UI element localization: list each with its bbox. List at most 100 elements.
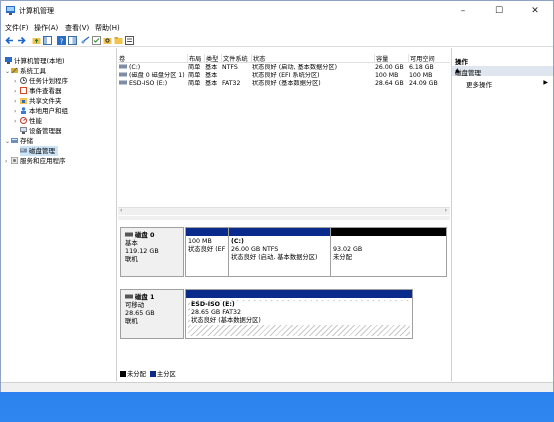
column-capacity[interactable]: 容量 [374,54,408,63]
tree-label: 性能 [29,117,42,125]
partition-e[interactable]: ESD-ISO (E:) 28.65 GB FAT32 状态良好 (基本数据分区… [186,290,412,338]
services-icon [11,157,18,164]
partition-text: 100 MB 状态良好 (EF [188,238,226,253]
close-button[interactable]: ✕ [517,1,553,21]
menu-view[interactable]: 查看(V) [65,23,89,33]
minimize-button[interactable]: – [445,1,481,21]
volume-layout: 简单 [188,80,201,87]
disk-type: 基本 [125,239,138,247]
checklist-icon[interactable] [92,36,101,45]
column-type[interactable]: 类型 [204,54,221,63]
tree-item-storage[interactable]: ⌄ 存储 [5,136,33,146]
maximize-button[interactable]: ☐ [481,1,517,21]
volume-type: 基本 [205,64,218,71]
disk-status: 联机 [125,317,138,325]
volume-filesystem: NTFS [222,64,238,71]
disk-name: 磁盘 0 [135,231,155,239]
tree-item-services-apps[interactable]: › 服务和应用程序 [5,156,66,166]
console-tree: 计算机管理(本地) ⌄ 系统工具 › 任务计划程序 › 事件查看器 › 共享文件夹 › 本… [2,48,117,381]
tree-item-root[interactable]: 计算机管理(本地) [5,56,65,66]
disk-name: 磁盘 1 [135,293,155,301]
tree-item-performance[interactable]: › 性能 [14,116,42,126]
horizontal-scrollbar[interactable]: ‹ › [118,207,450,215]
properties-icon[interactable] [68,36,77,45]
tree-item-disk-management[interactable]: 磁盘管理 [20,146,58,156]
volume-row[interactable]: (C:) 简单 基本 NTFS 状态良好 (启动, 基本数据分区) 26.00 … [118,64,450,72]
disk-1-partitions: ESD-ISO (E:) 28.65 GB FAT32 状态良好 (基本数据分区… [185,289,413,339]
legend-unallocated: 未分配 [127,371,146,378]
menu-action[interactable]: 操作(A) [34,23,58,33]
tree-item-system-tools[interactable]: ⌄ 系统工具 [5,66,46,76]
tree-item-device-manager[interactable]: 设备管理器 [20,126,62,136]
menu-help[interactable]: 帮助(H) [95,23,120,33]
column-volume[interactable]: 卷 [118,54,185,63]
view-icon[interactable] [125,36,134,45]
scroll-right-icon[interactable]: › [445,207,447,214]
volume-layout: 简单 [188,72,201,79]
volume-name: (C:) [118,64,187,72]
partition-c[interactable]: (C:) 26.00 GB NTFS 状态良好 (启动, 基本数据分区) [229,228,331,276]
disk-status: 联机 [125,255,138,263]
legend-primary: 主分区 [156,371,176,378]
partition-text: (C:) 26.00 GB NTFS 状态良好 (启动, 基本数据分区) [231,238,318,261]
tree-item-task-scheduler[interactable]: › 任务计划程序 [14,76,68,86]
tree-item-shared-folders[interactable]: › 共享文件夹 [14,96,62,106]
toolbar: ? [1,34,553,47]
tree-item-local-users[interactable]: › 本地用户和组 [14,106,68,116]
legend: 未分配 主分区 [120,369,176,378]
volume-row[interactable]: ESD-ISO (E:) 简单 基本 FAT32 状态良好 (基本数据分区) 2… [118,80,450,88]
disk-icon [20,148,27,153]
volume-layout: 简单 [188,64,201,71]
volume-list-header: 卷 布局 类型 文件系统 状态 容量 可用空间 [118,54,450,63]
folder-icon[interactable] [114,36,123,45]
event-viewer-icon [20,87,27,94]
back-icon[interactable] [5,36,14,45]
disk-1-info[interactable]: 磁盘 1 可移动 28.65 GB 联机 [120,289,184,339]
column-free-space[interactable]: 可用空间 [408,54,445,63]
device-manager-icon [20,127,27,134]
tree-label: 设备管理器 [29,127,62,135]
volume-type: 基本 [205,72,218,79]
partition-efi[interactable]: 100 MB 状态良好 (EF [186,228,229,276]
more-actions[interactable]: 更多操作 [466,79,492,89]
volume-free-space: 6.18 GB [409,64,434,71]
volume-free-space: 100 MB [409,72,433,79]
volume-free-space: 24.09 GB [409,80,438,87]
partition-bar [229,228,330,236]
users-icon [21,107,26,114]
column-status[interactable]: 状态 [251,54,354,63]
disk-0-info[interactable]: 磁盘 0 基本 119.12 GB 联机 [120,227,184,277]
disk-management-pane: 卷 布局 类型 文件系统 状态 容量 可用空间 (C:) 简单 基本 NTFS … [118,48,450,381]
collapse-up-icon[interactable]: ▲ [455,67,549,74]
disk-icon [125,232,133,237]
volume-name: ESD-ISO (E:) [118,80,187,88]
volume-status: 状态良好 (基本数据分区) [252,80,321,87]
computer-management-window: 计算机管理 – ☐ ✕ 文件(F) 操作(A) 查看(V) 帮助(H) ? 计算… [0,0,554,392]
title-bar: 计算机管理 – ☐ ✕ [1,1,553,21]
actions-pane: 操作 磁盘管理 ▲ 更多操作 ▶ [451,48,553,381]
clock-icon [20,77,27,84]
search-folder-icon[interactable] [103,36,112,45]
up-folder-icon[interactable] [32,36,41,45]
tree-label: 系统工具 [20,67,46,75]
scroll-left-icon[interactable]: ‹ [120,207,122,214]
computer-management-icon [6,6,15,15]
volume-row[interactable]: (磁盘 0 磁盘分区 1) 简单 基本 状态良好 (EFI 系统分区) 100 … [118,72,450,80]
help-icon[interactable]: ? [57,36,66,45]
column-filesystem[interactable]: 文件系统 [221,54,251,63]
console-tree-icon[interactable] [43,36,52,45]
legend-swatch-unallocated [120,371,126,377]
connect-icon[interactable] [81,36,90,45]
tree-label: 事件查看器 [29,87,62,95]
disk-size: 28.65 GB [125,309,155,317]
tree-item-event-viewer[interactable]: › 事件查看器 [14,86,62,96]
partition-unallocated[interactable]: 93.02 GB 未分配 [331,228,446,276]
volume-capacity: 100 MB [375,72,399,79]
actions-section-disk-management[interactable]: 磁盘管理 ▲ [452,66,553,77]
forward-icon[interactable] [17,36,26,45]
menu-bar: 文件(F) 操作(A) 查看(V) 帮助(H) [1,21,553,34]
volume-capacity: 28.64 GB [375,80,404,87]
column-layout[interactable]: 布局 [187,54,204,63]
submenu-arrow-icon: ▶ [543,79,548,86]
menu-file[interactable]: 文件(F) [5,23,29,33]
